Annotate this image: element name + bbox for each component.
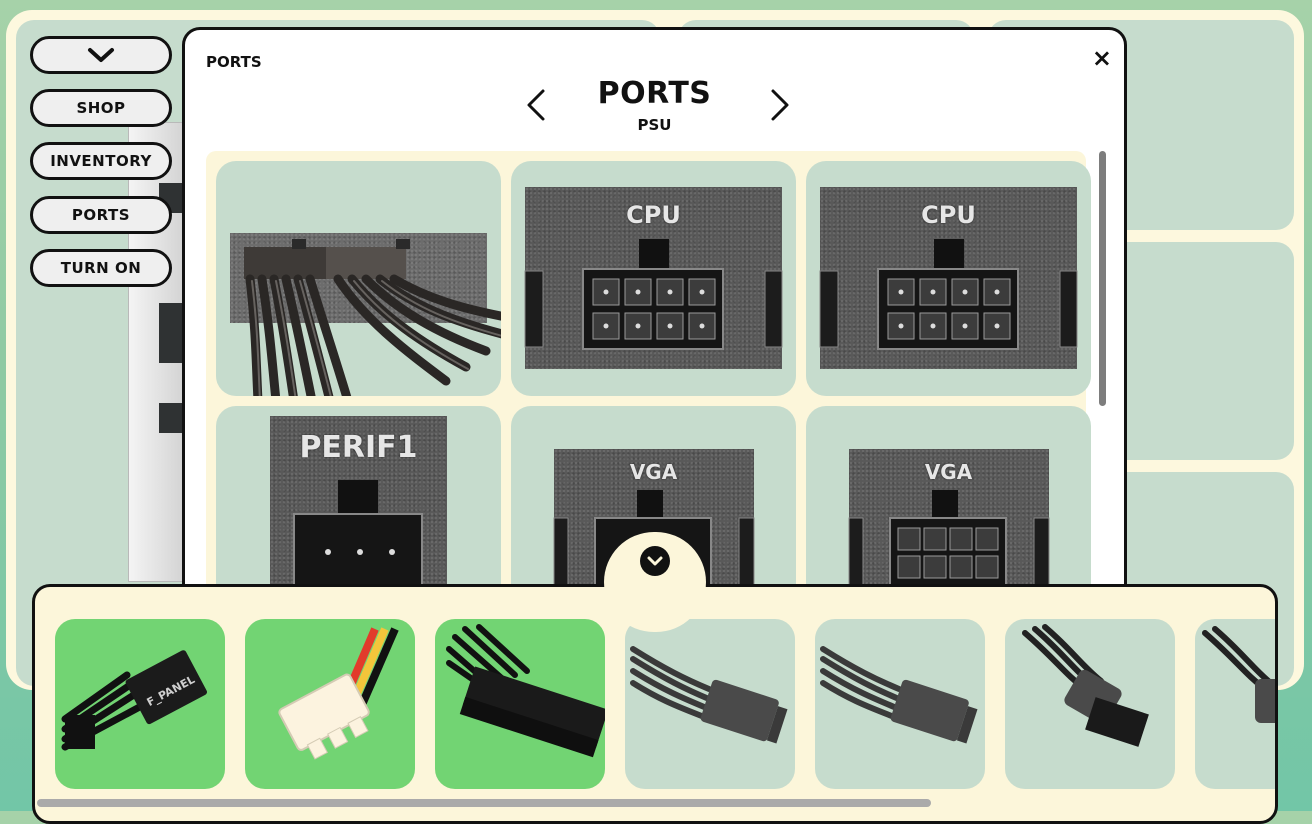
modal-subtitle: PSU — [637, 116, 672, 134]
cpu-8pin-port-icon — [819, 239, 1078, 350]
modal-label: PORTS — [206, 53, 262, 71]
tray-item-atx-24pin-cable[interactable] — [435, 619, 605, 789]
front-panel-cable-image: F_PANEL — [61, 650, 207, 751]
connected-cables-image — [244, 239, 501, 396]
turn-on-button[interactable]: TURN ON — [30, 249, 172, 287]
shop-button[interactable]: SHOP — [30, 89, 172, 127]
pcie-cable-image — [1022, 624, 1149, 747]
tray-item-cpu-8pin-cable[interactable] — [625, 619, 795, 789]
expand-tray-button[interactable] — [604, 532, 706, 632]
atx-24pin-cable-image — [446, 624, 605, 758]
port-tile[interactable]: CPU — [806, 161, 1091, 396]
ports-button[interactable]: PORTS — [30, 196, 172, 234]
pcie-cable-image — [1202, 626, 1275, 723]
modal-title: PORTS — [597, 76, 712, 111]
chevron-left-icon[interactable] — [521, 88, 551, 122]
cpu-8pin-port-icon — [524, 239, 783, 350]
tray-item-pcie-cable[interactable] — [1195, 619, 1275, 789]
chevron-down-icon — [640, 546, 670, 576]
collapse-menu-button[interactable] — [30, 36, 172, 74]
inventory-button[interactable]: INVENTORY — [30, 142, 172, 180]
chevron-down-icon — [88, 48, 114, 62]
tray-item-front-panel-cable[interactable]: F_PANEL — [55, 619, 225, 789]
cpu-8pin-cable-image — [630, 646, 788, 744]
cpu-8pin-cable-image — [820, 646, 978, 744]
chevron-right-icon[interactable] — [765, 88, 795, 122]
close-icon[interactable]: × — [1092, 44, 1112, 72]
modal-scrollbar[interactable] — [1099, 151, 1106, 406]
tray-item-cpu-8pin-cable[interactable] — [815, 619, 985, 789]
port-tile[interactable] — [216, 161, 501, 396]
tray-item-fan-3pin-cable[interactable] — [245, 619, 415, 789]
pc-case-image — [128, 122, 190, 582]
fan-3pin-cable-image — [278, 627, 399, 760]
port-tile[interactable]: CPU — [511, 161, 796, 396]
tray-scrollbar[interactable] — [37, 799, 931, 807]
tray-item-pcie-cable[interactable] — [1005, 619, 1175, 789]
